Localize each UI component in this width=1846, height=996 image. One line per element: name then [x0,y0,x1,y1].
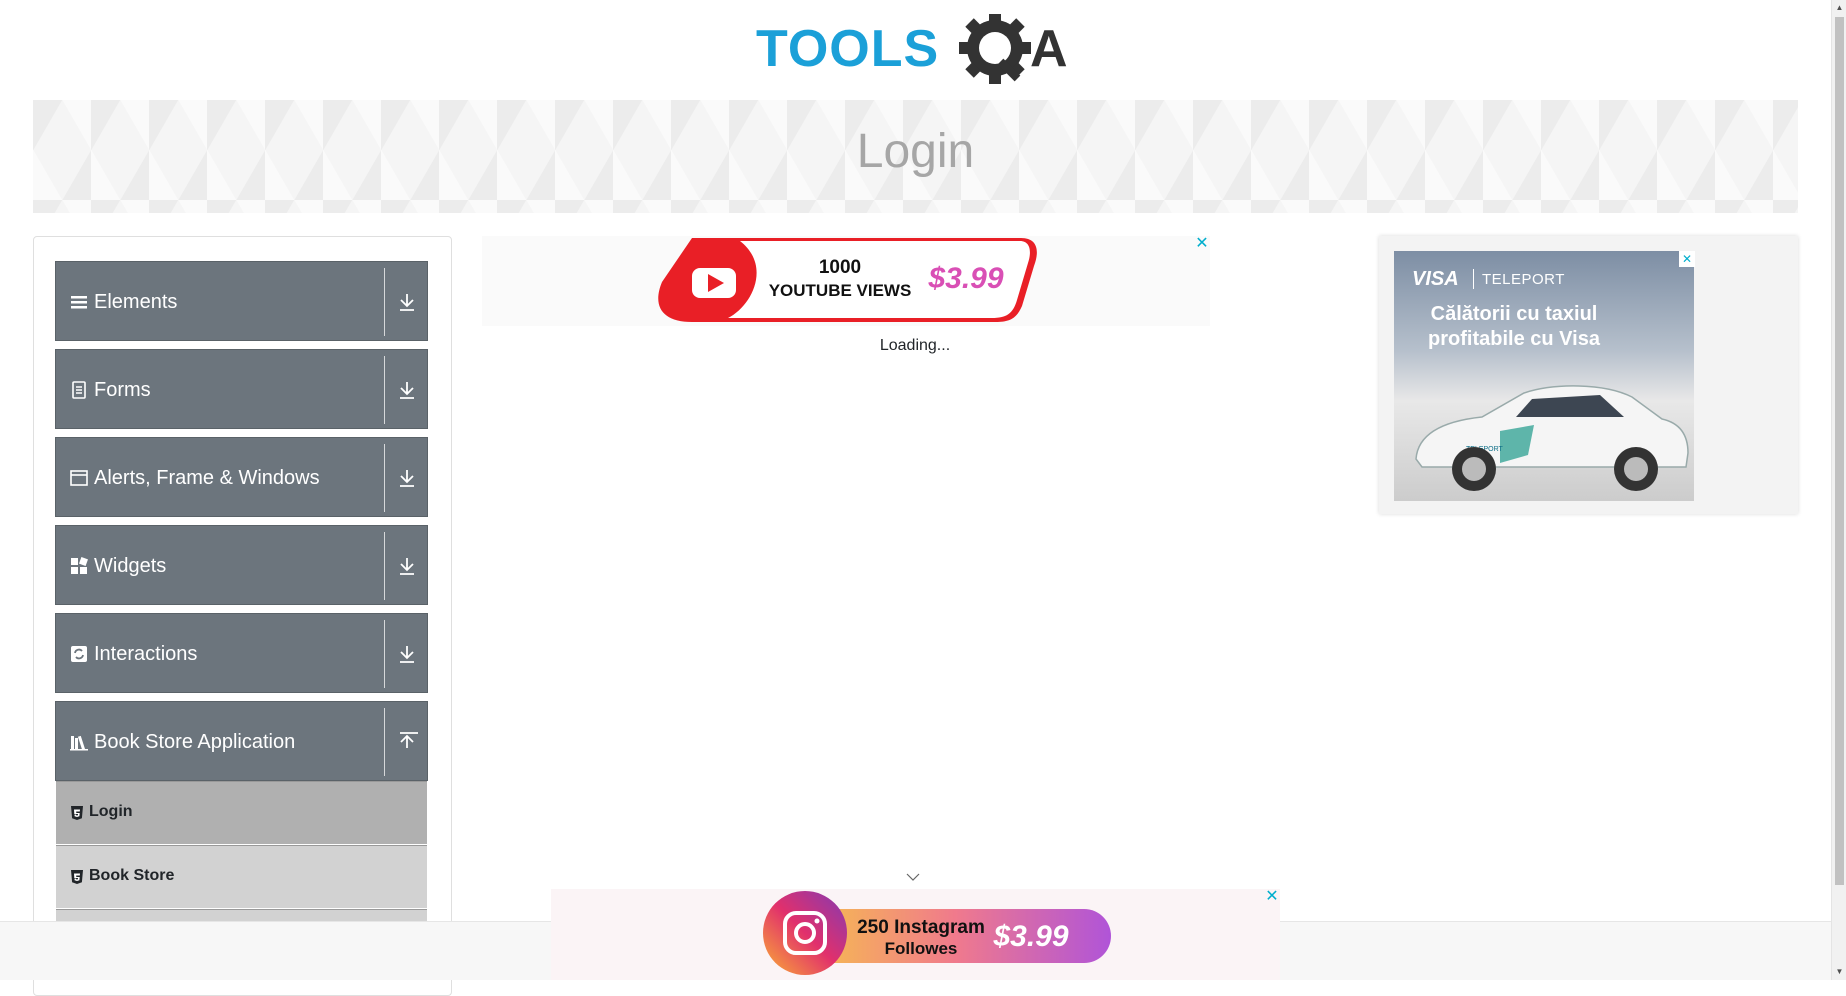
ad-headline-line-1: Călătorii cu taxiul [1430,303,1598,325]
scroll-up-arrow-icon[interactable]: ▲ [1832,0,1846,16]
instagram-followers-ad[interactable]: 250 Instagram Followes $3.99 ✕ [551,889,1280,980]
youtube-views-ad[interactable]: 1000 YOUTUBE VIEWS $3.99 ✕ [482,236,1210,326]
sidebar-group-label: Book Store Application [94,731,296,753]
logo-text-a: A [1030,20,1068,78]
window-icon [70,470,88,486]
ad-line-1: 250 Instagram [857,917,985,938]
toolsqa-logo[interactable]: TOOLS A [756,14,1078,90]
book-store-item-label: Book Store [89,867,175,884]
ad-headline-line-2: profitabile cu Visa [1428,328,1600,350]
car-image: TELEPORT [1415,385,1689,491]
ad-price: $3.99 [927,262,1003,295]
sidebar-group-label: Alerts, Frame & Windows [94,467,320,489]
visa-logo: VISA [1412,268,1459,290]
sidebar-group-label: Forms [94,379,151,401]
html5-icon [71,870,83,884]
widgets-icon [71,557,88,574]
divider [384,620,385,688]
close-icon[interactable]: ✕ [1679,251,1695,267]
divider [1473,269,1474,289]
html5-icon [71,806,83,820]
form-icon [72,381,86,399]
collapse-up-icon[interactable] [396,730,418,754]
book-store-item-login[interactable]: Login [56,781,427,844]
chevron-down-icon[interactable] [906,871,920,883]
ad-creative: 250 Instagram Followes $3.99 [763,891,1111,975]
page-scrollbar[interactable]: ▲ ▼ [1831,0,1846,980]
divider [384,444,385,512]
sidebar-group-label: Widgets [94,555,167,577]
sidebar-group-elements[interactable]: Elements [55,261,428,341]
ad-creative: VISA TELEPORT Călătorii cu taxiul profit… [1394,251,1694,501]
sidebar-group-book-store-application[interactable]: Book Store Application [55,701,428,781]
scroll-down-arrow-icon[interactable]: ▼ [1832,964,1846,980]
expand-down-icon[interactable] [396,642,418,666]
ad-price: $3.99 [992,920,1068,953]
book-store-item-book-store[interactable]: Book Store [56,845,427,908]
expand-down-icon[interactable] [396,554,418,578]
instagram-icon [763,891,847,975]
page-header-banner: Login [33,100,1798,213]
sidebar-group-alerts-frame-windows[interactable]: Alerts, Frame & Windows [55,437,428,517]
close-icon[interactable]: ✕ [1194,236,1210,252]
loading-text: Loading... [879,337,951,354]
expand-down-icon[interactable] [396,466,418,490]
divider [384,268,385,336]
ad-headline: Călătorii cu taxiul profitabile cu Visa [1394,302,1634,352]
ad-creative: 1000 YOUTUBE VIEWS $3.99 [658,238,1037,322]
sidebar-group-interactions[interactable]: Interactions [55,613,428,693]
sidebar-group-widgets[interactable]: Widgets [55,525,428,605]
ad-line-2: Followes [885,939,958,958]
visa-teleport-ad[interactable]: VISA TELEPORT Călătorii cu taxiul profit… [1379,236,1798,514]
sidebar-nav: Elements Forms Alerts, Frame & Windows W… [33,236,452,996]
divider [384,532,385,600]
ad-line-1: 1000 [819,257,861,278]
list-icon [71,296,87,309]
sidebar-group-label: Elements [94,291,178,313]
page-title: Login [856,125,975,178]
books-icon [70,735,88,751]
expand-down-icon[interactable] [396,290,418,314]
gear-icon [959,14,1031,84]
divider [384,708,385,776]
sidebar-group-label: Interactions [94,643,198,665]
scrollbar-thumb[interactable] [1835,17,1844,885]
teleport-brand: TELEPORT [1482,271,1565,288]
expand-down-icon[interactable] [396,378,418,402]
ad-line-2: YOUTUBE VIEWS [769,281,912,300]
book-store-item-label: Login [89,803,133,820]
sidebar-group-forms[interactable]: Forms [55,349,428,429]
close-icon[interactable]: ✕ [1264,889,1280,905]
divider [384,356,385,424]
logo-text-tools: TOOLS [756,20,939,78]
interactions-icon [71,646,87,662]
